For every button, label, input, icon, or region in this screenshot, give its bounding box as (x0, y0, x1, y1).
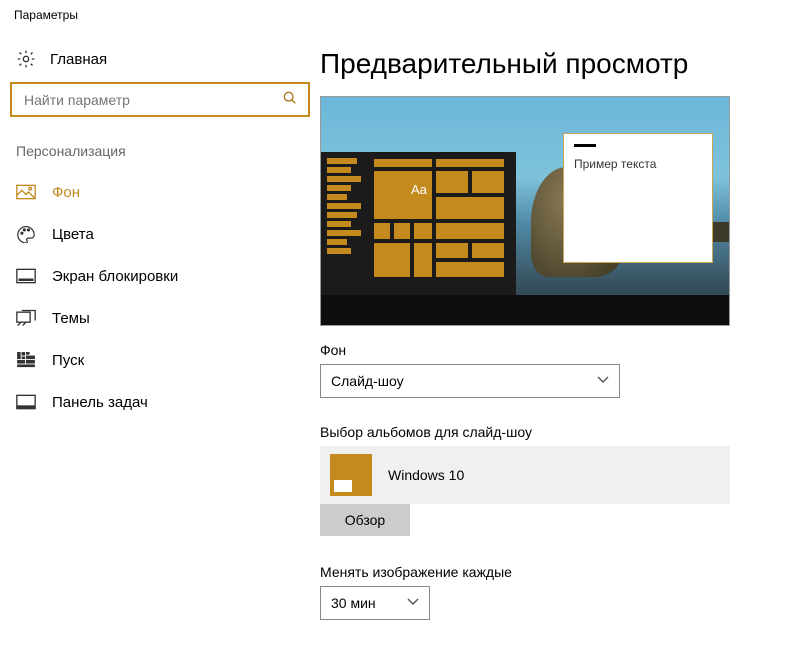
sidebar: Главная Персонализация Фон (0, 30, 320, 620)
sidebar-item-colors[interactable]: Цвета (10, 213, 310, 255)
sidebar-item-themes[interactable]: Темы (10, 297, 310, 339)
start-icon (16, 351, 36, 369)
sidebar-item-background[interactable]: Фон (10, 171, 310, 213)
folder-icon (330, 454, 372, 496)
preview-sample-text: Пример текста (574, 157, 702, 171)
sidebar-item-label: Темы (52, 310, 90, 327)
sidebar-item-taskbar[interactable]: Панель задач (10, 381, 310, 423)
picture-icon (16, 183, 36, 201)
chevron-down-icon (407, 597, 419, 609)
sidebar-item-label: Панель задач (52, 394, 148, 411)
preview-aa: Aa (411, 182, 427, 197)
main-content: Предварительный просмотр (320, 30, 797, 620)
interval-dropdown[interactable]: 30 мин (320, 586, 430, 620)
search-icon (282, 90, 298, 109)
sidebar-item-label: Фон (52, 184, 80, 201)
sidebar-item-label: Пуск (52, 352, 84, 369)
sidebar-item-start[interactable]: Пуск (10, 339, 310, 381)
sidebar-item-lockscreen[interactable]: Экран блокировки (10, 255, 310, 297)
themes-icon (16, 309, 36, 327)
page-heading: Предварительный просмотр (320, 48, 767, 80)
albums-label: Выбор альбомов для слайд-шоу (320, 424, 767, 440)
album-name: Windows 10 (388, 467, 464, 483)
home-label: Главная (50, 51, 107, 68)
preview-pane: Aa Пример текста (320, 96, 730, 326)
preview-window: Пример текста (563, 133, 713, 263)
gear-icon (16, 50, 36, 68)
palette-icon (16, 225, 36, 243)
album-list: Windows 10 Обзор (320, 446, 767, 536)
sidebar-item-label: Экран блокировки (52, 268, 178, 285)
sidebar-item-label: Цвета (52, 226, 94, 243)
background-value: Слайд-шоу (331, 373, 404, 389)
home-button[interactable]: Главная (10, 40, 310, 82)
background-dropdown[interactable]: Слайд-шоу (320, 364, 620, 398)
lockscreen-icon (16, 267, 36, 285)
background-label: Фон (320, 342, 767, 358)
search-input[interactable] (22, 91, 282, 109)
section-title: Персонализация (10, 137, 310, 171)
browse-button[interactable]: Обзор (320, 504, 410, 536)
taskbar-icon (16, 393, 36, 411)
album-item[interactable]: Windows 10 (320, 446, 730, 504)
search-input-container[interactable] (10, 82, 310, 117)
interval-value: 30 мин (331, 595, 376, 611)
window-title: Параметры (0, 0, 797, 30)
interval-label: Менять изображение каждые (320, 564, 767, 580)
chevron-down-icon (597, 375, 609, 387)
